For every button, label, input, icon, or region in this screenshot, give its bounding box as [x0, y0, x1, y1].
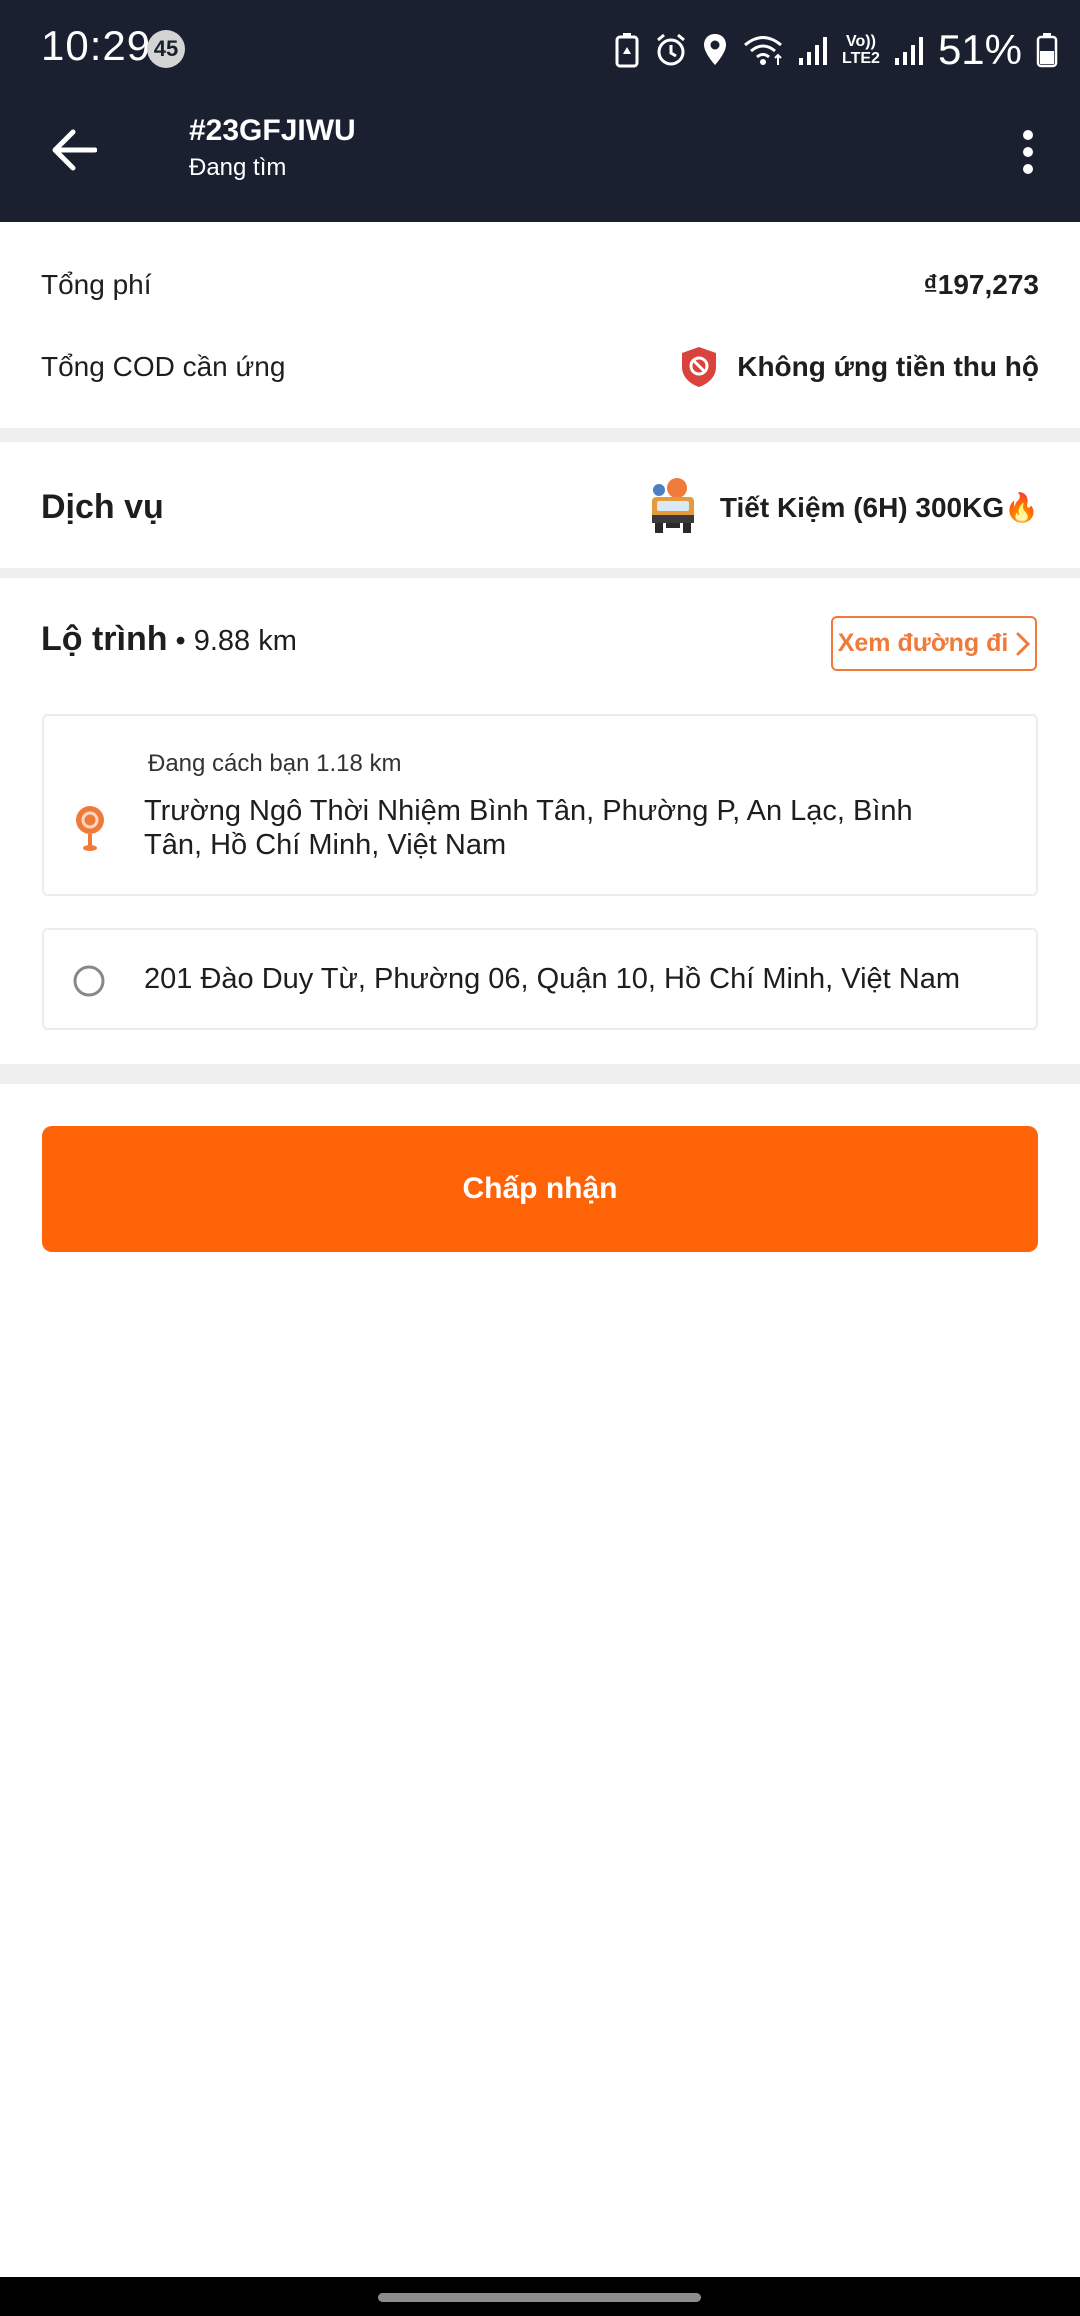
order-id: #23GFJIWU: [189, 114, 356, 147]
cod-value: Không ứng tiền thu hộ: [737, 351, 1039, 382]
order-status: Đang tìm: [189, 154, 287, 181]
battery-saver-icon: [615, 33, 639, 68]
pickup-pin-icon: [76, 806, 104, 851]
service-value-group: Tiết Kiệm (6H) 300KG🔥: [648, 477, 1039, 537]
volte-indicator: Vo)) LTE2: [842, 33, 880, 67]
notification-count-badge: 45: [147, 30, 185, 68]
status-time: 10:29: [41, 22, 152, 69]
signal-icon: [799, 37, 827, 65]
accept-button[interactable]: Chấp nhận: [42, 1126, 1038, 1252]
service-label: Dịch vụ: [41, 487, 164, 526]
more-vertical-icon: [1023, 130, 1033, 174]
home-gesture-bar[interactable]: [378, 2293, 701, 2302]
arrow-left-icon: [52, 129, 97, 171]
battery-percent: 51%: [937, 26, 1022, 73]
total-fee-row: Tổng phí ₫197,273: [41, 262, 1039, 307]
wifi-icon: [744, 36, 782, 65]
route-distance: • 9.88 km: [175, 625, 297, 657]
route-header: Lộ trình • 9.88 km: [41, 620, 297, 659]
cod-row: Tổng COD cần ứng Không ứng tiền thu hộ: [41, 342, 1039, 392]
section-divider: [0, 428, 1080, 442]
battery-icon: [1036, 33, 1058, 68]
total-fee-label: Tổng phí: [41, 268, 152, 300]
route-title: Lộ trình: [41, 620, 168, 658]
app-bar: #23GFJIWU Đang tìm: [0, 100, 1080, 222]
system-nav-bar: [0, 2277, 1080, 2316]
section-divider: [0, 1064, 1080, 1084]
pickup-stop-card[interactable]: Đang cách bạn 1.18 km Trường Ngô Thời Nh…: [42, 714, 1038, 896]
cod-label: Tổng COD cần ứng: [41, 351, 286, 382]
location-icon: [704, 34, 726, 65]
status-bar: 10:29 45 Vo)) LTE2 51%: [0, 0, 1080, 100]
service-row: Dịch vụ Tiết Kiệm (6H) 300KG🔥: [41, 470, 1039, 544]
pickup-address: Trường Ngô Thời Nhiệm Bình Tân, Phường P…: [144, 795, 913, 861]
back-button[interactable]: [44, 120, 104, 180]
status-icons: Vo)) LTE2 51%: [614, 22, 1058, 78]
view-route-label: Xem đường đi: [837, 629, 1009, 657]
service-value: Tiết Kiệm (6H) 300KG🔥: [719, 491, 1039, 523]
signal-icon-2: [894, 37, 923, 65]
dropoff-address: 201 Đào Duy Từ, Phường 06, Quận 10, Hồ C…: [144, 963, 961, 995]
delivery-truck-icon: [651, 478, 694, 533]
alarm-icon: [657, 33, 685, 66]
chevron-right-icon: [1016, 632, 1031, 655]
section-divider: [0, 568, 1080, 578]
more-options-button[interactable]: [1000, 120, 1056, 184]
top-header: 10:29 45 Vo)) LTE2 51% #23GFJIWU Đang tì…: [0, 0, 1080, 222]
dropoff-circle-icon: [73, 965, 105, 997]
dropoff-stop-card[interactable]: 201 Đào Duy Từ, Phường 06, Quận 10, Hồ C…: [42, 928, 1038, 1030]
view-route-button[interactable]: Xem đường đi: [831, 616, 1037, 671]
cod-value-group: Không ứng tiền thu hộ: [679, 345, 1039, 389]
shield-block-icon: [682, 347, 717, 387]
total-fee-value: ₫197,273: [923, 268, 1039, 300]
pickup-distance-note: Đang cách bạn 1.18 km: [148, 750, 402, 777]
